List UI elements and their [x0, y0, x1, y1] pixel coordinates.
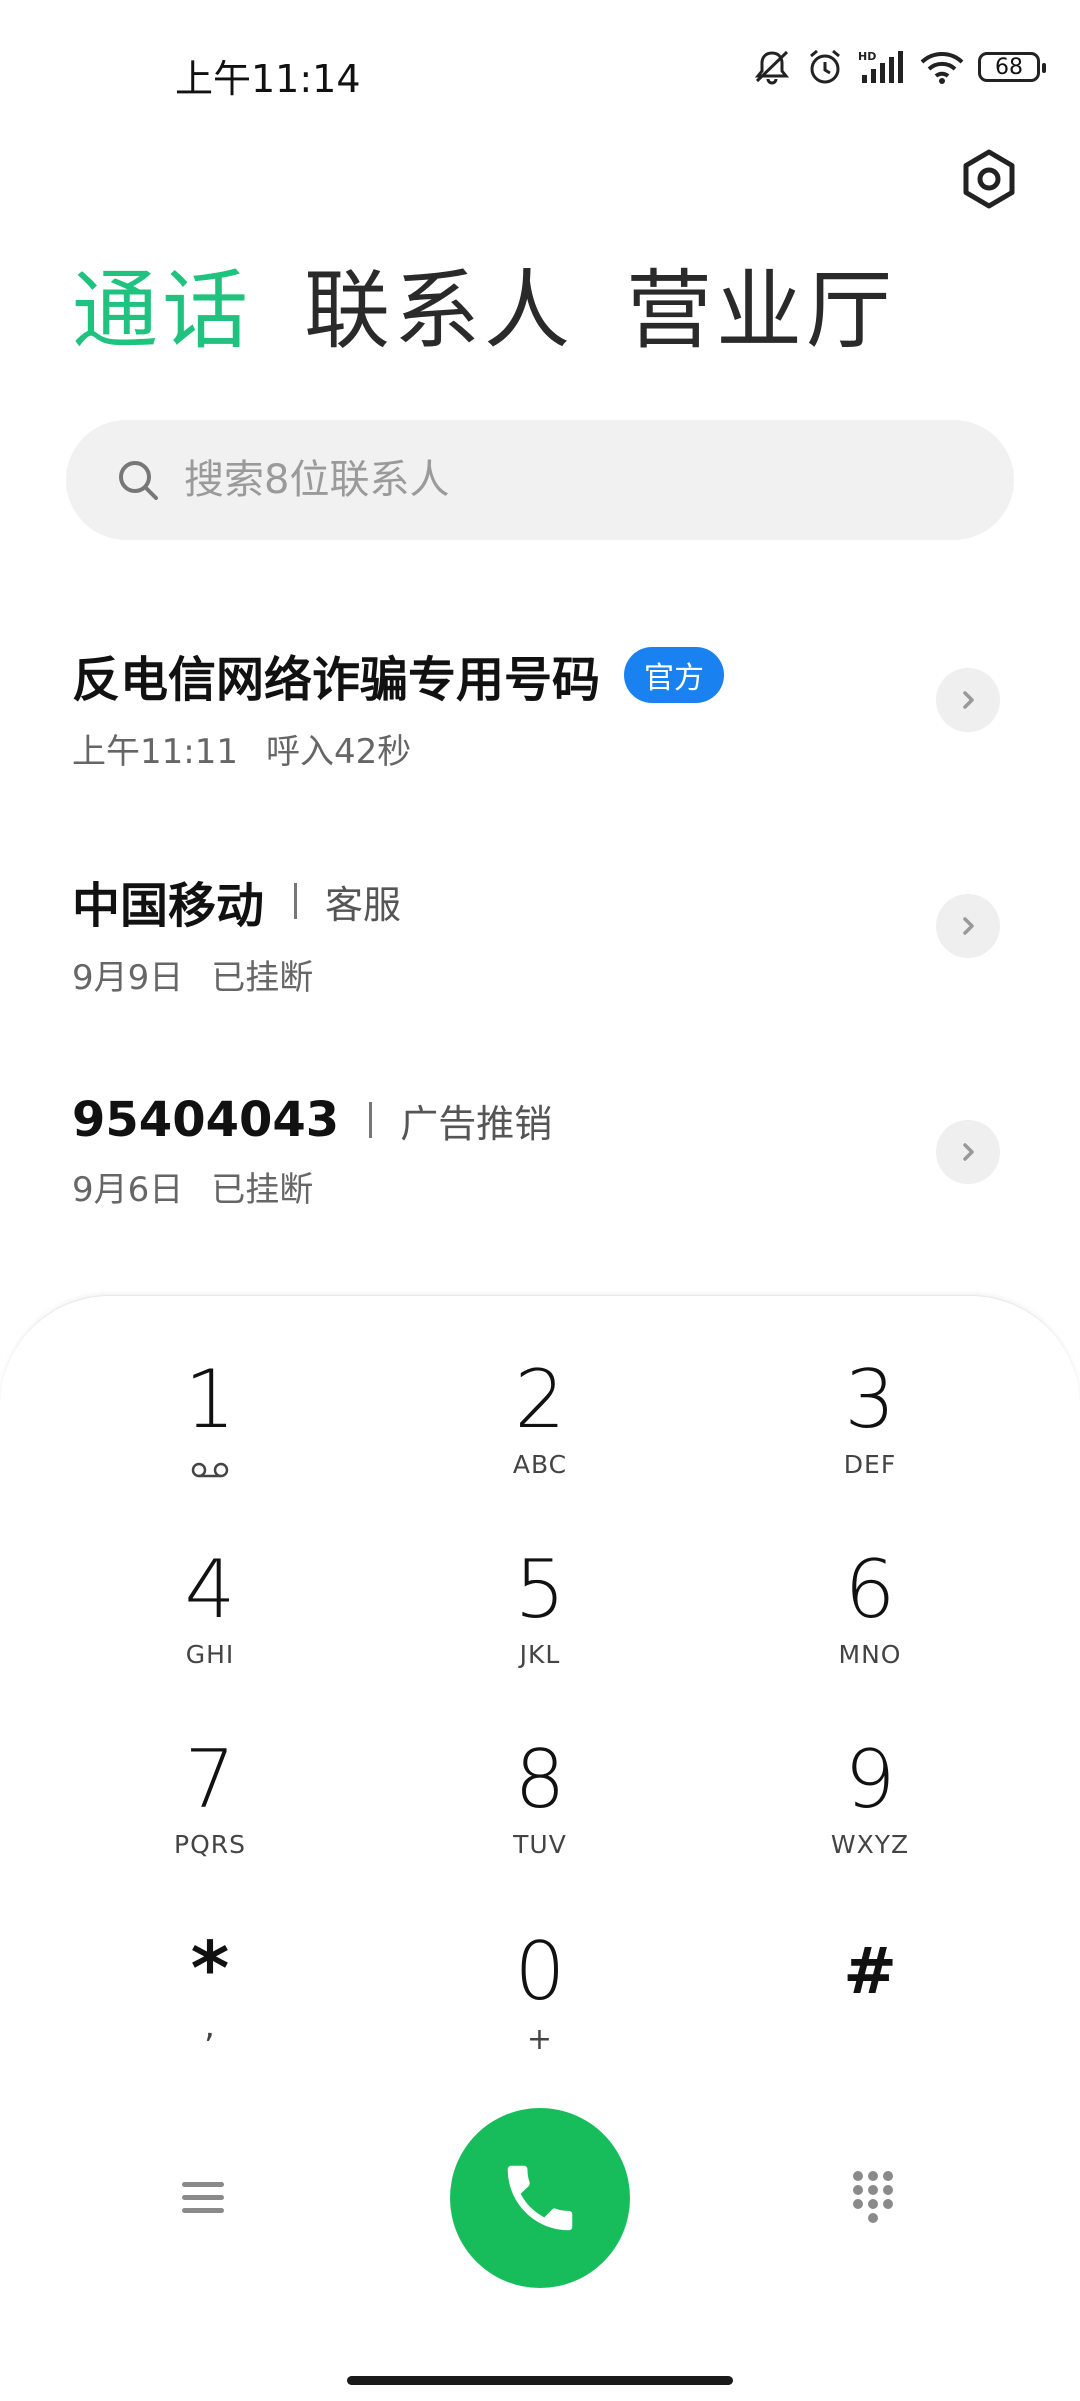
key-letters: JKL [519, 1640, 561, 1669]
battery-level: 68 [995, 54, 1023, 80]
mute-icon [754, 50, 790, 85]
caller-name: 反电信网络诈骗专用号码 [72, 652, 601, 708]
tab-service-hall[interactable]: 营业厅 [626, 268, 896, 354]
call-date: 9月6日 [72, 1170, 184, 1210]
wifi-icon [920, 52, 964, 84]
key-1[interactable]: 1 [90, 1360, 330, 1520]
key-digit: 3 [844, 1353, 896, 1446]
search-icon [119, 461, 158, 500]
key-digit: 9 [844, 1733, 896, 1826]
chevron-right-icon [963, 1143, 974, 1161]
dialpad-toggle-button[interactable] [850, 2170, 896, 2226]
key-letters: PQRS [174, 1830, 246, 1859]
key-digit: 1 [184, 1353, 236, 1446]
call-details-button[interactable] [936, 1120, 1000, 1184]
key-digit: 6 [844, 1543, 896, 1636]
dialpad-grid-icon [853, 2171, 893, 2223]
key-letters: ABC [512, 1450, 568, 1479]
key-7[interactable]: 7 PQRS [90, 1740, 330, 1900]
separator [369, 1102, 373, 1138]
call-detail: 已挂断 [211, 1170, 314, 1210]
official-badge: 官方 [624, 647, 725, 703]
svg-text:HD: HD [858, 50, 876, 63]
call-detail: 已挂断 [211, 958, 314, 998]
key-letters: DEF [843, 1450, 897, 1479]
call-details-button[interactable] [936, 894, 1000, 958]
key-2[interactable]: 2 ABC [420, 1360, 660, 1520]
settings-button[interactable] [958, 148, 1020, 210]
status-time: 上午11:14 [175, 57, 361, 101]
call-date: 上午11:11 [72, 732, 238, 772]
key-star[interactable]: * , [90, 1932, 330, 2092]
status-bar: 上午11:14 HD 68 [0, 0, 1080, 150]
key-8[interactable]: 8 TUV [420, 1740, 660, 1900]
key-letters: TUV [513, 1830, 567, 1859]
call-date: 9月9日 [72, 958, 184, 998]
caller-name: 95404043 [72, 1092, 340, 1148]
key-hash[interactable]: # [750, 1932, 990, 2092]
key-letters: + [526, 2022, 554, 2057]
key-digit: 4 [184, 1543, 236, 1636]
chevron-right-icon [963, 691, 974, 709]
menu-button[interactable] [180, 2175, 226, 2221]
key-letters: MNO [838, 1640, 902, 1669]
key-digit: 0 [514, 1925, 566, 2018]
tab-contacts[interactable]: 联系人 [304, 268, 574, 354]
search-input[interactable] [182, 456, 946, 504]
key-digit: 7 [184, 1733, 236, 1826]
key-letters: GHI [185, 1640, 235, 1669]
call-log-item[interactable]: 中国移动 客服 9月9日 已挂断 [72, 866, 1012, 1026]
tab-bar: 通话 联系人 营业厅 [72, 268, 896, 354]
key-3[interactable]: 3 DEF [750, 1360, 990, 1520]
caller-tag: 广告推销 [400, 1101, 553, 1146]
settings-hex-icon [963, 149, 1015, 209]
chevron-right-icon [963, 917, 974, 935]
key-5[interactable]: 5 JKL [420, 1550, 660, 1710]
menu-icon [182, 2182, 224, 2213]
key-digit: 2 [514, 1353, 566, 1446]
phone-icon [507, 2165, 573, 2231]
key-0[interactable]: 0 + [420, 1932, 660, 2092]
call-log-item[interactable]: 反电信网络诈骗专用号码 官方 上午11:11 呼入42秒 [72, 640, 1012, 800]
call-log-item[interactable]: 95404043 广告推销 9月6日 已挂断 [72, 1092, 1012, 1252]
search-bar[interactable] [66, 420, 1014, 540]
home-indicator[interactable] [347, 2376, 733, 2385]
key-6[interactable]: 6 MNO [750, 1550, 990, 1710]
status-icons: HD 68 [752, 48, 1046, 86]
key-digit: * [190, 1926, 230, 2012]
key-digit: 5 [514, 1543, 566, 1636]
voicemail-icon [90, 1456, 330, 1485]
call-button[interactable] [450, 2108, 630, 2288]
caller-name: 中国移动 [72, 878, 265, 934]
alarm-icon [810, 49, 840, 84]
separator [294, 883, 298, 919]
key-9[interactable]: 9 WXYZ [750, 1740, 990, 1900]
key-4[interactable]: 4 GHI [90, 1550, 330, 1710]
hd-signal-icon: HD [858, 50, 903, 83]
key-digit: 8 [514, 1733, 566, 1826]
key-digit: # [843, 1935, 897, 2009]
call-details-button[interactable] [936, 668, 1000, 732]
tab-calls[interactable]: 通话 [72, 268, 252, 354]
call-detail: 呼入42秒 [265, 732, 412, 772]
battery-icon: 68 [978, 52, 1046, 82]
key-letters: , [204, 2006, 216, 2046]
caller-tag: 客服 [325, 882, 402, 927]
key-letters: WXYZ [830, 1830, 910, 1859]
